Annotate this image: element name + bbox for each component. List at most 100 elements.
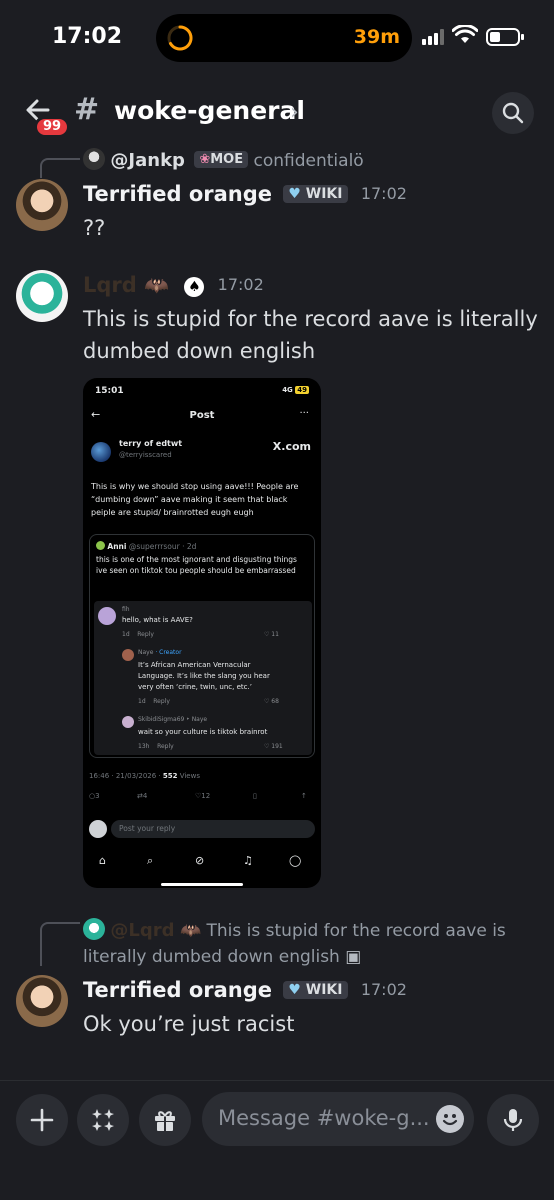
embed-quote-avatar bbox=[96, 541, 105, 550]
message-timestamp: 17:02 bbox=[360, 980, 407, 999]
embed-reply-box: Post your reply bbox=[111, 820, 315, 838]
avatar[interactable] bbox=[16, 179, 68, 231]
add-attachment-button[interactable] bbox=[16, 1094, 68, 1146]
avatar[interactable] bbox=[16, 270, 68, 322]
channel-title[interactable]: woke-general bbox=[114, 96, 305, 125]
search-icon bbox=[502, 102, 524, 124]
message-author[interactable]: Terrified orange ♥ WIKI 17:02 bbox=[83, 182, 407, 206]
embed-post-name: terry of edtwt bbox=[119, 439, 183, 448]
avatar[interactable] bbox=[16, 975, 68, 1027]
search-button[interactable] bbox=[492, 92, 534, 134]
embed-comment-meta: 13h Reply bbox=[138, 743, 174, 750]
embed-search-icon: ⌕ bbox=[147, 854, 154, 867]
channel-hash-icon: # bbox=[74, 92, 100, 127]
channel-header: 99 # woke-general › bbox=[0, 84, 554, 140]
cellular-signal-icon bbox=[422, 29, 444, 45]
embed-bookmark-icon: ▯ bbox=[253, 792, 257, 800]
embed-bell-icon: ♫ bbox=[243, 854, 253, 867]
timer-icon bbox=[167, 25, 193, 51]
image-icon: ▣ bbox=[345, 947, 362, 967]
embed-comment-likes: ♡ 11 bbox=[264, 631, 279, 638]
embed-comment-user: Naye · Creator bbox=[138, 649, 182, 656]
embed-tab-bar: ⌂ ⌕ ⊘ ♫ ◯ bbox=[83, 850, 321, 876]
embed-comment-avatar bbox=[122, 716, 134, 728]
embed-title: Post bbox=[189, 410, 215, 421]
role-tag: ❀MOE bbox=[194, 151, 249, 168]
embed-comment-likes: ♡ 68 bbox=[264, 698, 279, 705]
embed-status-indicators: 4G 49 bbox=[282, 386, 309, 394]
message-timestamp: 17:02 bbox=[217, 275, 264, 294]
wifi-icon bbox=[452, 25, 478, 43]
embed-post-body: This is why we should stop using aave!!!… bbox=[91, 482, 299, 517]
bat-icon: 🦇 bbox=[179, 921, 202, 941]
voice-message-button[interactable] bbox=[487, 1094, 539, 1146]
embed-home-indicator bbox=[161, 883, 243, 886]
embed-comment-text: hello, what is AAVE? bbox=[122, 616, 193, 624]
role-tag: ♥ WIKI bbox=[283, 185, 348, 203]
reply-connector bbox=[40, 922, 80, 966]
embed-share-icon: ↑ bbox=[301, 792, 307, 800]
message-author[interactable]: Lqrd 🦇 ♠ 17:02 bbox=[83, 273, 264, 297]
message-text: This is stupid for the record aave is li… bbox=[83, 307, 538, 363]
embed-post-stats: 16:46 · 21/03/2026 · 552 Views bbox=[89, 772, 200, 780]
gift-icon bbox=[155, 1111, 175, 1131]
embed-grok-icon: ⊘ bbox=[195, 854, 205, 867]
embed-home-icon: ⌂ bbox=[99, 854, 106, 867]
message-author[interactable]: Terrified orange ♥ WIKI 17:02 bbox=[83, 978, 407, 1002]
embed-comment-text: It’s African American Vernacular bbox=[138, 661, 251, 669]
message-input[interactable]: Message #woke-g... bbox=[202, 1092, 474, 1146]
embed-status-time: 15:01 bbox=[95, 386, 124, 396]
gift-button[interactable] bbox=[139, 1094, 191, 1146]
reply-author[interactable]: @Lqrd bbox=[110, 920, 174, 941]
embed-comment-avatar bbox=[122, 649, 134, 661]
embed-comment-text: very often ‘crine, twin, unc, etc.’ bbox=[138, 683, 252, 691]
embed-site-label: X.com bbox=[272, 440, 311, 453]
flower-icon: ❀ bbox=[199, 152, 211, 167]
author-name[interactable]: Lqrd bbox=[83, 273, 137, 297]
embed-comment-text: Language. It’s like the slang you hear bbox=[138, 672, 270, 680]
heart-icon: ♥ bbox=[288, 982, 301, 998]
embed-quote-header: Anni @superrrsour · 2d bbox=[96, 541, 196, 551]
battery-icon bbox=[486, 28, 524, 46]
dynamic-island[interactable]: 39m bbox=[156, 14, 412, 62]
status-time: 17:02 bbox=[52, 24, 123, 49]
embed-post-handle: @terryisscared bbox=[119, 451, 172, 459]
role-tag: ♥ WIKI bbox=[283, 981, 348, 999]
embed-reply-icon: ○ 3 bbox=[89, 792, 100, 800]
emoji-button[interactable] bbox=[436, 1105, 464, 1133]
plus-icon bbox=[30, 1108, 54, 1132]
message-text: Ok you’re just racist bbox=[83, 1012, 295, 1036]
embed-quote-card: Anni @superrrsour · 2d this is one of th… bbox=[89, 534, 315, 758]
timer-remaining: 39m bbox=[353, 26, 400, 48]
reply-preview: confidentialö bbox=[253, 151, 364, 171]
embed-more-icon: ··· bbox=[299, 408, 309, 419]
status-bar: 17:02 39m bbox=[0, 0, 554, 80]
smiley-icon bbox=[442, 1114, 458, 1126]
embed-tiktok-comments: fih hello, what is AAVE? 1d Reply ♡ 11 N… bbox=[94, 601, 312, 755]
embed-reply-avatar bbox=[89, 820, 107, 838]
message-text: ?? bbox=[83, 216, 106, 240]
heart-icon: ♥ bbox=[288, 186, 301, 202]
unread-badge: 99 bbox=[34, 116, 71, 138]
apps-button[interactable] bbox=[77, 1094, 129, 1146]
embed-message-icon: ◯ bbox=[289, 854, 302, 867]
embed-quote-body: this is one of the most ignorant and dis… bbox=[96, 555, 297, 575]
reply-avatar bbox=[83, 148, 105, 170]
reply-reference[interactable]: @Lqrd 🦇 This is stupid for the record aa… bbox=[83, 918, 523, 970]
embed-like-icon: ♡ 12 bbox=[195, 792, 211, 800]
image-attachment[interactable]: 15:01 4G 49 ← Post ··· terry of edtwt @t… bbox=[83, 378, 321, 888]
embed-post-avatar bbox=[91, 442, 111, 462]
embed-comment-meta: 1d Reply bbox=[122, 631, 154, 638]
reply-author[interactable]: @Jankp bbox=[110, 150, 185, 171]
embed-comment-user: SkibidiSigma69 ‣ Naye bbox=[138, 716, 208, 723]
embed-comment-meta: 1d Reply bbox=[138, 698, 170, 705]
reply-avatar bbox=[83, 918, 105, 940]
chevron-right-icon[interactable]: › bbox=[290, 100, 299, 125]
embed-comment-avatar bbox=[98, 607, 116, 625]
sparkles-icon bbox=[92, 1109, 114, 1131]
microphone-icon bbox=[503, 1109, 523, 1131]
reply-reference[interactable]: @Jankp ❀MOE confidentialö bbox=[83, 148, 364, 171]
embed-comment-text: wait so your culture is tiktok brainrot bbox=[138, 728, 268, 736]
composer-divider bbox=[0, 1080, 554, 1081]
embed-comment-user: fih bbox=[122, 606, 130, 613]
